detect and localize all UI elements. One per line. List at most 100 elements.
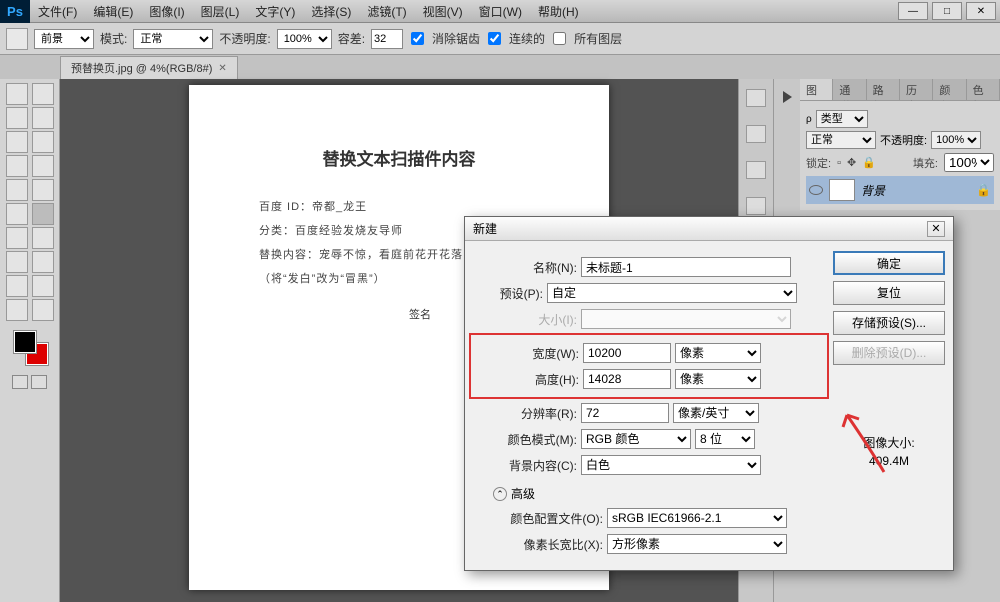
hand-tool[interactable] [6,299,28,321]
actions-icon[interactable] [746,125,766,143]
foreground-dropdown[interactable]: 前景 [34,29,94,49]
menu-image[interactable]: 图像(I) [141,3,192,20]
bucket-tool[interactable] [32,203,54,225]
dialog-titlebar[interactable]: 新建 ✕ [465,217,953,241]
filter-kind-dropdown[interactable]: 类型 [816,110,868,128]
advanced-label: 高级 [511,485,535,502]
aspect-dropdown[interactable]: 方形像素 [607,534,787,554]
eyedropper-tool[interactable] [32,131,54,153]
profile-dropdown[interactable]: sRGB IEC61966-2.1 [607,508,787,528]
tab-paths[interactable]: 路径 [867,79,900,100]
color-swatches[interactable] [10,331,50,371]
shape-tool[interactable] [32,275,54,297]
maximize-button[interactable]: □ [932,2,962,20]
contiguous-label: 连续的 [509,30,545,47]
advanced-toggle[interactable]: ⌃ 高级 [493,485,825,502]
move-tool[interactable] [6,83,28,105]
menu-filter[interactable]: 滤镜(T) [359,3,414,20]
bit-depth-dropdown[interactable]: 8 位 [695,429,755,449]
path-tool[interactable] [6,275,28,297]
menu-help[interactable]: 帮助(H) [530,3,587,20]
minimize-button[interactable]: — [898,2,928,20]
tolerance-input[interactable] [371,29,403,49]
eraser-tool[interactable] [6,203,28,225]
blend-mode-dropdown[interactable]: 正常 [806,131,876,149]
options-bar: 前景 模式: 正常 不透明度: 100% 容差: 消除锯齿 连续的 所有图层 [0,23,1000,55]
width-input[interactable] [583,343,671,363]
menu-window[interactable]: 窗口(W) [471,3,530,20]
tab-layers[interactable]: 图层 [800,79,833,100]
lock-icon: 🔒 [976,183,991,197]
layer-thumbnail[interactable] [829,179,855,201]
history-icon[interactable] [746,89,766,107]
dodge-tool[interactable] [32,227,54,249]
document-tab[interactable]: 预替换页.jpg @ 4%(RGB/8#) ✕ [60,56,238,79]
screenmode-icon[interactable] [31,375,47,389]
history-brush-tool[interactable] [32,179,54,201]
reset-button[interactable]: 复位 [833,281,945,305]
layer-name: 背景 [861,182,885,199]
crop-tool[interactable] [6,131,28,153]
quickmask-icon[interactable] [12,375,28,389]
preset-label: 预设(P): [473,285,543,302]
type-tool[interactable] [32,251,54,273]
name-input[interactable] [581,257,791,277]
stamp-tool[interactable] [6,179,28,201]
pen-tool[interactable] [6,251,28,273]
lock-all-icon[interactable]: 🔒 [862,156,876,169]
marquee-tool[interactable] [32,83,54,105]
visibility-icon[interactable] [809,185,823,195]
contiguous-checkbox[interactable] [488,32,501,45]
save-preset-button[interactable]: 存储预设(S)... [833,311,945,335]
height-input[interactable] [583,369,671,389]
width-unit-dropdown[interactable]: 像素 [675,343,761,363]
background-dropdown[interactable]: 白色 [581,455,761,475]
fill-dropdown[interactable]: 100% [944,153,994,172]
menu-type[interactable]: 文字(Y) [247,3,303,20]
color-mode-dropdown[interactable]: RGB 颜色 [581,429,691,449]
close-tab-icon[interactable]: ✕ [218,63,226,74]
heal-tool[interactable] [32,155,54,177]
layer-opacity-dropdown[interactable]: 100% [931,131,981,149]
tool-preset-icon[interactable] [6,28,28,50]
lasso-tool[interactable] [6,107,28,129]
menu-edit[interactable]: 编辑(E) [85,3,141,20]
image-size-label: 图像大小: [833,434,945,451]
tab-history[interactable]: 历史 [900,79,933,100]
resolution-unit-dropdown[interactable]: 像素/英寸 [673,403,759,423]
opacity-dropdown[interactable]: 100% [277,29,332,49]
panel-tabs: 图层 通道 路径 历史 颜色 色板 [800,79,1000,101]
height-unit-dropdown[interactable]: 像素 [675,369,761,389]
all-layers-label: 所有图层 [574,30,622,47]
tools-panel [0,79,60,602]
lock-pixels-icon[interactable]: ▫ [837,157,841,169]
tab-swatches[interactable]: 色板 [967,79,1000,100]
lock-position-icon[interactable]: ✥ [847,156,856,169]
mode-dropdown[interactable]: 正常 [133,29,213,49]
delete-preset-button: 删除预设(D)... [833,341,945,365]
brush-tool[interactable] [6,155,28,177]
char-icon[interactable] [746,161,766,179]
close-button[interactable]: ✕ [966,2,996,20]
wand-tool[interactable] [32,107,54,129]
menu-view[interactable]: 视图(V) [415,3,471,20]
blur-tool[interactable] [6,227,28,249]
zoom-tool[interactable] [32,299,54,321]
size-label: 大小(I): [473,311,577,328]
all-layers-checkbox[interactable] [553,32,566,45]
layer-background[interactable]: 背景 🔒 [806,176,994,204]
preset-dropdown[interactable]: 自定 [547,283,797,303]
tab-colors[interactable]: 颜色 [933,79,966,100]
dialog-title: 新建 [473,220,497,237]
foreground-color[interactable] [14,331,36,353]
dialog-close-button[interactable]: ✕ [927,221,945,237]
ok-button[interactable]: 确定 [833,251,945,275]
doc-line-id: 百度 ID：帝都_龙王 [259,198,569,214]
antialias-checkbox[interactable] [411,32,424,45]
resolution-input[interactable] [581,403,669,423]
tab-channels[interactable]: 通道 [833,79,866,100]
paragraph-icon[interactable] [746,197,766,215]
menu-select[interactable]: 选择(S) [303,3,359,20]
menu-layer[interactable]: 图层(L) [193,3,248,20]
menu-file[interactable]: 文件(F) [30,3,85,20]
